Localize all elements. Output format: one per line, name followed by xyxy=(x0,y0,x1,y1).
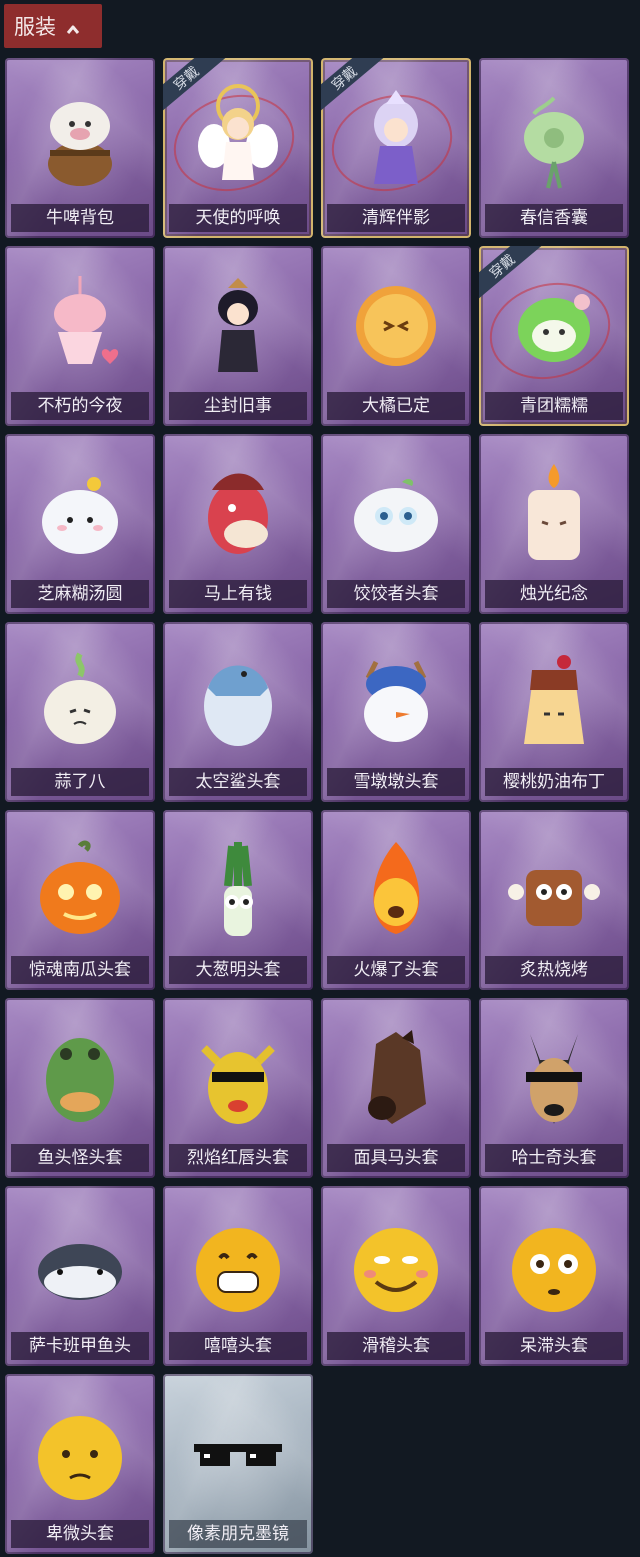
green-rice-ball-icon xyxy=(504,272,604,378)
item-card[interactable]: 穿戴 清辉伴影 xyxy=(321,58,471,238)
grinning-emoji-head-icon xyxy=(188,1212,288,1318)
item-card[interactable]: 面具马头套 xyxy=(321,998,471,1178)
orange-slice-icon xyxy=(346,272,446,378)
garlic-head-icon xyxy=(30,648,130,754)
item-label: 萨卡班甲鱼头 xyxy=(11,1332,149,1360)
item-card[interactable]: 蒜了八 xyxy=(5,622,155,802)
item-card[interactable]: 不朽的今夜 xyxy=(5,246,155,426)
item-label: 卑微头套 xyxy=(11,1520,149,1548)
item-card[interactable]: 萨卡班甲鱼头 xyxy=(5,1186,155,1366)
yellow-mouse-mask-icon xyxy=(188,1024,288,1130)
item-card[interactable]: 鱼头怪头套 xyxy=(5,998,155,1178)
cow-beer-barrel-icon xyxy=(30,84,130,190)
item-grid: 牛啤背包 穿戴 天使的呼唤 穿戴 清辉伴影 春信香囊不朽的今夜 尘封旧事 大橘已定 穿戴 青团糯糯… xyxy=(5,58,629,1554)
item-label: 烛光纪念 xyxy=(485,580,623,608)
item-label: 天使的呼唤 xyxy=(169,204,307,232)
silver-hair-figure-icon xyxy=(346,84,446,190)
item-label: 清辉伴影 xyxy=(327,204,465,232)
item-label: 尘封旧事 xyxy=(169,392,307,420)
item-card[interactable]: 像素朋克墨镜 xyxy=(163,1374,313,1554)
shark-helmet-icon xyxy=(188,648,288,754)
item-label: 哈士奇头套 xyxy=(485,1144,623,1172)
item-label: 春信香囊 xyxy=(485,204,623,232)
item-card[interactable]: 大橘已定 xyxy=(321,246,471,426)
item-label: 不朽的今夜 xyxy=(11,392,149,420)
item-label: 鱼头怪头套 xyxy=(11,1144,149,1172)
item-label: 嘻嘻头套 xyxy=(169,1332,307,1360)
smirk-emoji-head-icon xyxy=(346,1212,446,1318)
husky-mask-icon xyxy=(504,1024,604,1130)
item-card[interactable]: 芝麻糊汤圆 xyxy=(5,434,155,614)
angel-figure-icon xyxy=(188,84,288,190)
item-card[interactable]: 哈士奇头套 xyxy=(479,998,629,1178)
item-label: 牛啤背包 xyxy=(11,204,149,232)
pleading-emoji-head-icon xyxy=(30,1400,130,1506)
item-card[interactable]: 呆滞头套 xyxy=(479,1186,629,1366)
chevron-up-icon xyxy=(66,19,80,34)
dark-prince-figure-icon xyxy=(188,272,288,378)
item-card[interactable]: 马上有钱 xyxy=(163,434,313,614)
category-header-clothing[interactable]: 服装 xyxy=(4,4,102,48)
item-label: 滑稽头套 xyxy=(327,1332,465,1360)
item-card[interactable]: 炙热烧烤 xyxy=(479,810,629,990)
dumpling-head-icon xyxy=(346,460,446,566)
item-card[interactable]: 太空鲨头套 xyxy=(163,622,313,802)
item-label: 马上有钱 xyxy=(169,580,307,608)
category-title: 服装 xyxy=(14,16,56,39)
red-horse-head-icon xyxy=(188,460,288,566)
horse-mask-icon xyxy=(346,1024,446,1130)
item-label: 雪墩墩头套 xyxy=(327,768,465,796)
fish-mask-icon xyxy=(30,1024,130,1130)
item-label: 大葱明头套 xyxy=(169,956,307,984)
item-card[interactable]: 大葱明头套 xyxy=(163,810,313,990)
item-label: 炙热烧烤 xyxy=(485,956,623,984)
item-label: 呆滞头套 xyxy=(485,1332,623,1360)
wardrobe-page: 服装 牛啤背包 穿戴 天使的呼唤 穿戴 清辉伴影 春信香囊不朽的今夜 尘封旧事 大橘已定 穿戴青… xyxy=(0,0,640,1557)
item-card[interactable]: 卑微头套 xyxy=(5,1374,155,1554)
item-card[interactable]: 穿戴 青团糯糯 xyxy=(479,246,629,426)
candle-head-icon xyxy=(504,460,604,566)
pudding-head-icon xyxy=(504,648,604,754)
white-dumpling-icon xyxy=(30,460,130,566)
armored-fish-head-icon xyxy=(30,1212,130,1318)
item-label: 樱桃奶油布丁 xyxy=(485,768,623,796)
item-label: 芝麻糊汤圆 xyxy=(11,580,149,608)
item-card[interactable]: 牛啤背包 xyxy=(5,58,155,238)
item-label: 像素朋克墨镜 xyxy=(169,1520,307,1548)
item-card[interactable]: 穿戴 天使的呼唤 xyxy=(163,58,313,238)
pixel-sunglasses-icon xyxy=(188,1400,288,1506)
green-sachet-icon xyxy=(504,84,604,190)
item-card[interactable]: 雪墩墩头套 xyxy=(321,622,471,802)
item-label: 惊魂南瓜头套 xyxy=(11,956,149,984)
item-card[interactable]: 樱桃奶油布丁 xyxy=(479,622,629,802)
pumpkin-head-icon xyxy=(30,836,130,942)
item-label: 面具马头套 xyxy=(327,1144,465,1172)
item-label: 大橘已定 xyxy=(327,392,465,420)
pink-fox-sundae-icon xyxy=(30,272,130,378)
item-card[interactable]: 滑稽头套 xyxy=(321,1186,471,1366)
item-card[interactable]: 春信香囊 xyxy=(479,58,629,238)
item-label: 饺饺者头套 xyxy=(327,580,465,608)
snowman-head-icon xyxy=(346,648,446,754)
item-card[interactable]: 饺饺者头套 xyxy=(321,434,471,614)
item-label: 蒜了八 xyxy=(11,768,149,796)
item-card[interactable]: 尘封旧事 xyxy=(163,246,313,426)
item-label: 烈焰红唇头套 xyxy=(169,1144,307,1172)
bbq-meat-head-icon xyxy=(504,836,604,942)
item-card[interactable]: 烛光纪念 xyxy=(479,434,629,614)
item-card[interactable]: 嘻嘻头套 xyxy=(163,1186,313,1366)
item-label: 青团糯糯 xyxy=(485,392,623,420)
item-label: 太空鲨头套 xyxy=(169,768,307,796)
scallion-head-icon xyxy=(188,836,288,942)
item-card[interactable]: 惊魂南瓜头套 xyxy=(5,810,155,990)
item-label: 火爆了头套 xyxy=(327,956,465,984)
stunned-emoji-head-icon xyxy=(504,1212,604,1318)
item-card[interactable]: 火爆了头套 xyxy=(321,810,471,990)
item-card[interactable]: 烈焰红唇头套 xyxy=(163,998,313,1178)
fireball-head-icon xyxy=(346,836,446,942)
